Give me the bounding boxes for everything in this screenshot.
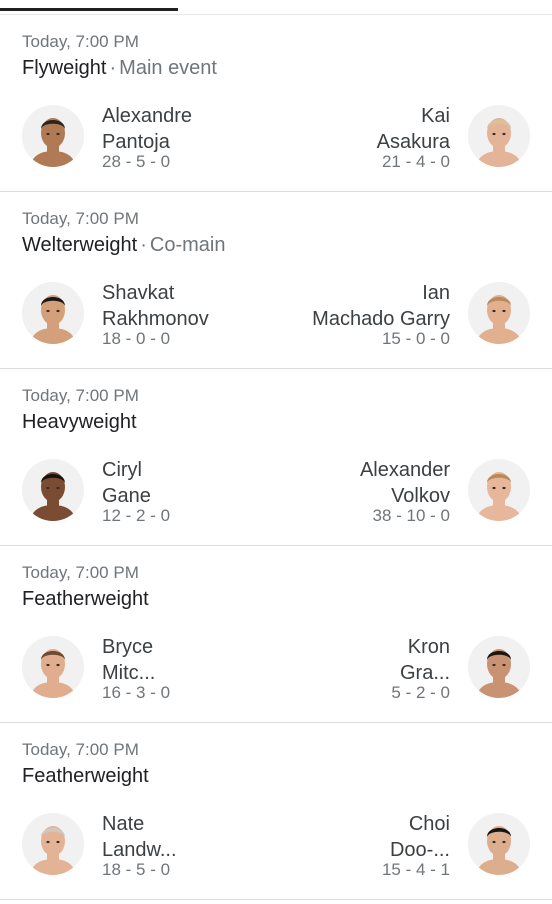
separator-dot: · bbox=[109, 57, 117, 79]
right-fighter[interactable]: Kron Gra... 5 - 2 - 0 bbox=[391, 634, 450, 703]
fighter-first-name: Kron bbox=[407, 636, 450, 658]
fight-time: Today, 7:00 PM bbox=[22, 740, 139, 759]
fighter-record: 38 - 10 - 0 bbox=[372, 506, 451, 525]
fighter-first-name: Choi bbox=[408, 813, 450, 835]
right-fighter[interactable]: Alexander Volkov 38 - 10 - 0 bbox=[360, 457, 450, 526]
right-fighter[interactable]: Kai Asakura 21 - 4 - 0 bbox=[377, 103, 450, 172]
fighter-record: 16 - 3 - 0 bbox=[102, 683, 171, 702]
weight-class: Featherweight bbox=[22, 588, 149, 611]
fighter-record: 15 - 0 - 0 bbox=[381, 329, 450, 348]
left-fighter-headshot-icon[interactable] bbox=[22, 282, 84, 344]
weight-class-label: Featherweight bbox=[22, 765, 149, 787]
weight-class-label: Welterweight bbox=[22, 234, 138, 256]
separator-dot: · bbox=[140, 234, 147, 256]
bout-tag: Co-main bbox=[149, 234, 226, 256]
fight-time: Today, 7:00 PM bbox=[22, 32, 139, 51]
left-fighter-headshot-icon[interactable] bbox=[22, 105, 84, 167]
fighter-record: 15 - 4 - 1 bbox=[381, 860, 450, 879]
fighter-record: 28 - 5 - 0 bbox=[102, 152, 171, 171]
left-fighter[interactable]: Alexandre Pantoja 28 - 5 - 0 bbox=[102, 103, 192, 172]
right-fighter-headshot-icon[interactable] bbox=[468, 459, 530, 521]
fight-list: Today, 7:00 PM Flyweight · Main event Alexan… bbox=[0, 15, 552, 900]
fight-card[interactable]: Today, 7:00 PM Welterweight · Co-main Shavka… bbox=[0, 192, 552, 369]
fighter-first-name: Alexandre bbox=[102, 105, 193, 127]
right-fighter[interactable]: Ian Machado Garry 15 - 0 - 0 bbox=[312, 280, 450, 349]
fighter-first-name: Ciryl bbox=[102, 459, 142, 481]
right-fighter-headshot-icon[interactable] bbox=[468, 813, 530, 875]
active-tab-indicator bbox=[0, 8, 178, 11]
weight-class-label: Heavyweight bbox=[22, 411, 137, 433]
fighter-first-name: Alexander bbox=[359, 459, 450, 481]
fight-time: Today, 7:00 PM bbox=[22, 386, 139, 405]
left-fighter[interactable]: Ciryl Gane 12 - 2 - 0 bbox=[102, 457, 170, 526]
fighter-first-name: Bryce bbox=[102, 636, 154, 658]
weight-class: Welterweight · Co-main bbox=[22, 234, 225, 257]
right-fighter-headshot-icon[interactable] bbox=[468, 105, 530, 167]
left-fighter-headshot-icon[interactable] bbox=[22, 459, 84, 521]
fighter-record: 18 - 0 - 0 bbox=[102, 329, 171, 348]
fighter-record: 21 - 4 - 0 bbox=[381, 152, 450, 171]
fighter-first-name: Shavkat bbox=[102, 282, 175, 304]
fighter-record: 12 - 2 - 0 bbox=[102, 506, 171, 525]
fighter-first-name: Ian bbox=[422, 282, 450, 304]
fight-card[interactable]: Today, 7:00 PM Flyweight · Main event Alexan… bbox=[0, 15, 552, 192]
fight-card[interactable]: Today, 7:00 PM Featherweight Bryce Mitc... 1… bbox=[0, 546, 552, 723]
fighter-first-name: Nate bbox=[102, 813, 145, 835]
left-fighter[interactable]: Nate Landw... 18 - 5 - 0 bbox=[102, 811, 177, 880]
left-fighter-headshot-icon[interactable] bbox=[22, 636, 84, 698]
right-fighter[interactable]: Choi Doo-... 15 - 4 - 1 bbox=[382, 811, 450, 880]
tab-bar bbox=[0, 0, 552, 15]
left-fighter-headshot-icon[interactable] bbox=[22, 813, 84, 875]
left-fighter[interactable]: Shavkat Rakhmonov 18 - 0 - 0 bbox=[102, 280, 209, 349]
fight-card[interactable]: Today, 7:00 PM Featherweight Nate Landw... 1… bbox=[0, 723, 552, 900]
weight-class-label: Flyweight bbox=[22, 57, 107, 79]
weight-class: Featherweight bbox=[22, 765, 149, 788]
right-fighter-headshot-icon[interactable] bbox=[468, 282, 530, 344]
fighter-record: 18 - 5 - 0 bbox=[102, 860, 171, 879]
bout-tag: Main event bbox=[119, 57, 217, 79]
fight-card[interactable]: Today, 7:00 PM Heavyweight Ciryl Gane 12 - 2… bbox=[0, 369, 552, 546]
fighter-record: 5 - 2 - 0 bbox=[391, 683, 450, 702]
right-fighter-headshot-icon[interactable] bbox=[468, 636, 530, 698]
weight-class-label: Featherweight bbox=[22, 588, 149, 610]
fighter-first-name: Kai bbox=[421, 105, 450, 127]
fight-time: Today, 7:00 PM bbox=[22, 563, 139, 582]
weight-class: Heavyweight bbox=[22, 411, 137, 434]
fight-time: Today, 7:00 PM bbox=[22, 209, 139, 228]
left-fighter[interactable]: Bryce Mitc... 16 - 3 - 0 bbox=[102, 634, 170, 703]
weight-class: Flyweight · Main event bbox=[22, 57, 217, 80]
